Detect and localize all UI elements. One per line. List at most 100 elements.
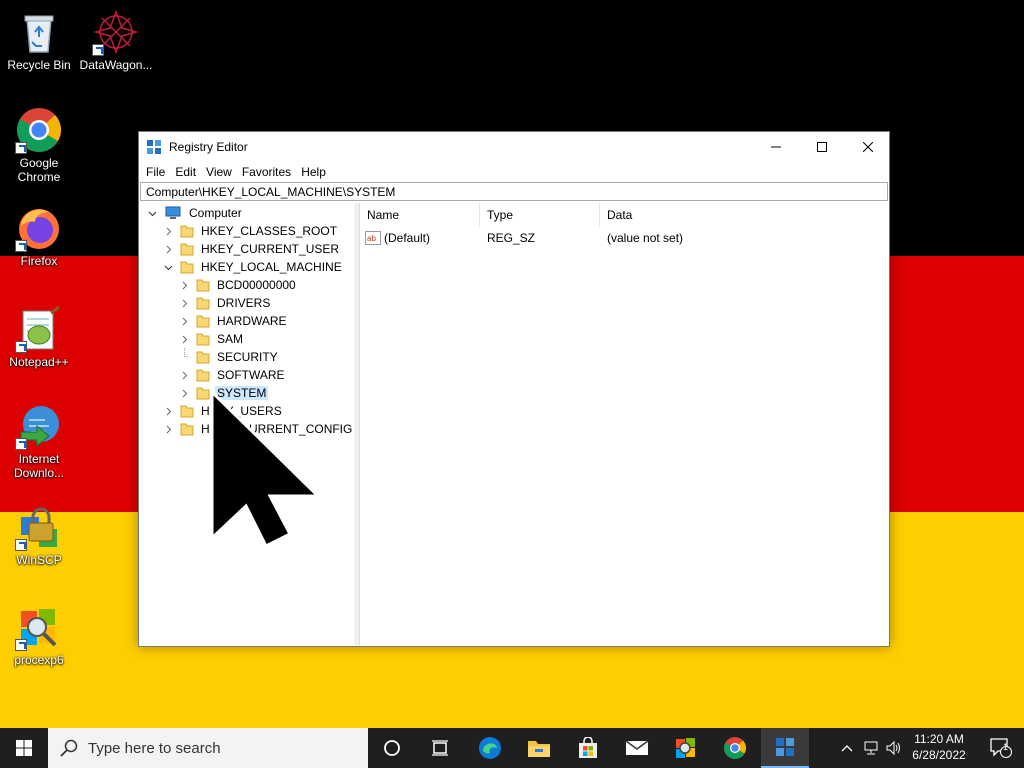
column-header-name[interactable]: Name [360, 203, 480, 227]
title-bar[interactable]: Registry Editor [139, 132, 889, 162]
desktop-icon-firefox[interactable]: Firefox [1, 204, 77, 268]
value-row[interactable]: ab (Default) REG_SZ (value not set) [360, 229, 888, 247]
chevron-right-icon[interactable] [162, 222, 174, 240]
chevron-right-icon[interactable] [162, 402, 174, 420]
edge-icon [479, 737, 501, 759]
string-value-icon: ab [365, 231, 381, 245]
taskbar-clock[interactable]: 11:20 AM 6/28/2022 [900, 731, 978, 763]
regedit-icon [776, 738, 794, 756]
address-bar[interactable]: Computer\HKEY_LOCAL_MACHINE\SYSTEM [140, 182, 888, 201]
chevron-down-icon[interactable] [146, 204, 158, 222]
value-name-cell: ab (Default) [365, 231, 431, 245]
tree-item-security[interactable]: SECURITY [178, 348, 280, 366]
clock-time: 11:20 AM [914, 732, 964, 746]
task-view-button[interactable] [368, 728, 416, 768]
chevron-right-icon[interactable] [178, 312, 190, 330]
tree-item-bcd00000000[interactable]: BCD00000000 [178, 276, 298, 294]
procexp-icon [676, 738, 695, 758]
desktop-icon-procexp[interactable]: procexp6 [1, 603, 77, 667]
datawagon-icon [92, 8, 140, 56]
chevron-right-icon[interactable] [178, 366, 190, 384]
value-type-cell: REG_SZ [487, 231, 536, 245]
tree-item-hardware[interactable]: HARDWARE [178, 312, 289, 330]
value-data-cell: (value not set) [607, 231, 684, 245]
notification-icon [990, 738, 1012, 758]
taskbar-regedit[interactable] [761, 728, 809, 768]
chevron-right-icon[interactable] [162, 240, 174, 258]
desktop-icon-idm[interactable]: Internet Downlo... [1, 402, 77, 480]
mouse-cursor-icon [210, 388, 322, 548]
taskbar-file-explorer[interactable] [515, 728, 563, 768]
regedit-icon [147, 140, 161, 154]
clock-date: 6/28/2022 [912, 748, 966, 762]
column-header-data[interactable]: Data [600, 203, 888, 227]
chevron-right-icon[interactable] [178, 294, 190, 312]
task-view-button-2[interactable] [416, 728, 464, 768]
desktop-icon-label: Recycle Bin [7, 58, 71, 72]
desktop-icon-winscp[interactable]: WinSCP [1, 503, 77, 567]
desktop-icon-datawagon[interactable]: DataWagon... [78, 8, 154, 72]
windows-logo-icon [16, 740, 32, 756]
maximize-button[interactable] [799, 132, 845, 162]
window-title: Registry Editor [169, 140, 248, 154]
notification-count: 1 [1003, 742, 1009, 752]
folder-icon [180, 225, 194, 238]
menu-view[interactable]: View [201, 165, 237, 179]
action-center-button[interactable]: 1 [978, 728, 1024, 768]
close-icon [863, 142, 873, 152]
search-placeholder: Type here to search [88, 739, 221, 757]
desktop-icon-label: Notepad++ [9, 355, 69, 369]
menu-edit[interactable]: Edit [170, 165, 201, 179]
taskbar-mail[interactable] [613, 728, 661, 768]
tree-item-computer[interactable]: Computer [146, 204, 244, 222]
start-button[interactable] [0, 728, 48, 768]
tree-connector-line [178, 348, 190, 366]
tree-item-sam[interactable]: SAM [178, 330, 245, 348]
task-view-icon [432, 740, 448, 756]
show-hidden-icons-button[interactable] [836, 728, 858, 768]
idm-icon [15, 402, 63, 450]
file-explorer-icon [528, 741, 550, 757]
desktop-icon-label: DataWagon... [79, 58, 153, 72]
chevron-right-icon[interactable] [178, 330, 190, 348]
chrome-icon [15, 106, 63, 154]
tree-item-software[interactable]: SOFTWARE [178, 366, 287, 384]
tree-item-hkey-local-machine[interactable]: HKEY_LOCAL_MACHINE [162, 258, 344, 276]
chrome-icon [724, 737, 746, 759]
chevron-right-icon[interactable] [178, 384, 190, 402]
menu-favorites[interactable]: Favorites [237, 165, 296, 179]
taskbar-chrome[interactable] [711, 728, 759, 768]
taskbar-edge[interactable] [466, 728, 514, 768]
folder-icon [180, 405, 194, 418]
menu-file[interactable]: File [141, 165, 170, 179]
taskbar-search-box[interactable]: Type here to search [48, 728, 368, 768]
menu-help[interactable]: Help [296, 165, 331, 179]
maximize-icon [817, 142, 827, 152]
tree-item-hkey-current-user[interactable]: HKEY_CURRENT_USER [162, 240, 341, 258]
taskbar-procexp[interactable] [662, 728, 710, 768]
tree-item-drivers[interactable]: DRIVERS [178, 294, 272, 312]
desktop-icon-chrome[interactable]: Google Chrome [1, 106, 77, 184]
folder-icon [180, 423, 194, 436]
taskbar: Type here to search 11:20 AM 6/28/2022 1 [0, 728, 1024, 768]
column-header-type[interactable]: Type [480, 203, 600, 227]
folder-icon [196, 297, 210, 310]
close-button[interactable] [845, 132, 891, 162]
minimize-button[interactable] [753, 132, 799, 162]
taskbar-store[interactable] [564, 728, 612, 768]
computer-icon [165, 206, 181, 219]
chevron-right-icon[interactable] [178, 276, 190, 294]
network-tray-button[interactable] [860, 728, 882, 768]
folder-icon [196, 351, 210, 364]
desktop-icon-notepadpp[interactable]: Notepad++ [1, 305, 77, 369]
chevron-right-icon[interactable] [162, 420, 174, 438]
desktop-icon-recycle-bin[interactable]: Recycle Bin [1, 8, 77, 72]
desktop-icon-label: WinSCP [16, 553, 62, 567]
values-list-pane[interactable]: Name Type Data ab (Default) REG_SZ (valu… [360, 203, 888, 645]
folder-icon [180, 243, 194, 256]
notepadpp-icon [15, 305, 63, 353]
tree-item-hkey-classes-root[interactable]: HKEY_CLASSES_ROOT [162, 222, 339, 240]
chevron-down-icon[interactable] [162, 258, 174, 276]
desktop-icon-label: procexp6 [14, 653, 64, 667]
cortana-icon [384, 740, 400, 756]
